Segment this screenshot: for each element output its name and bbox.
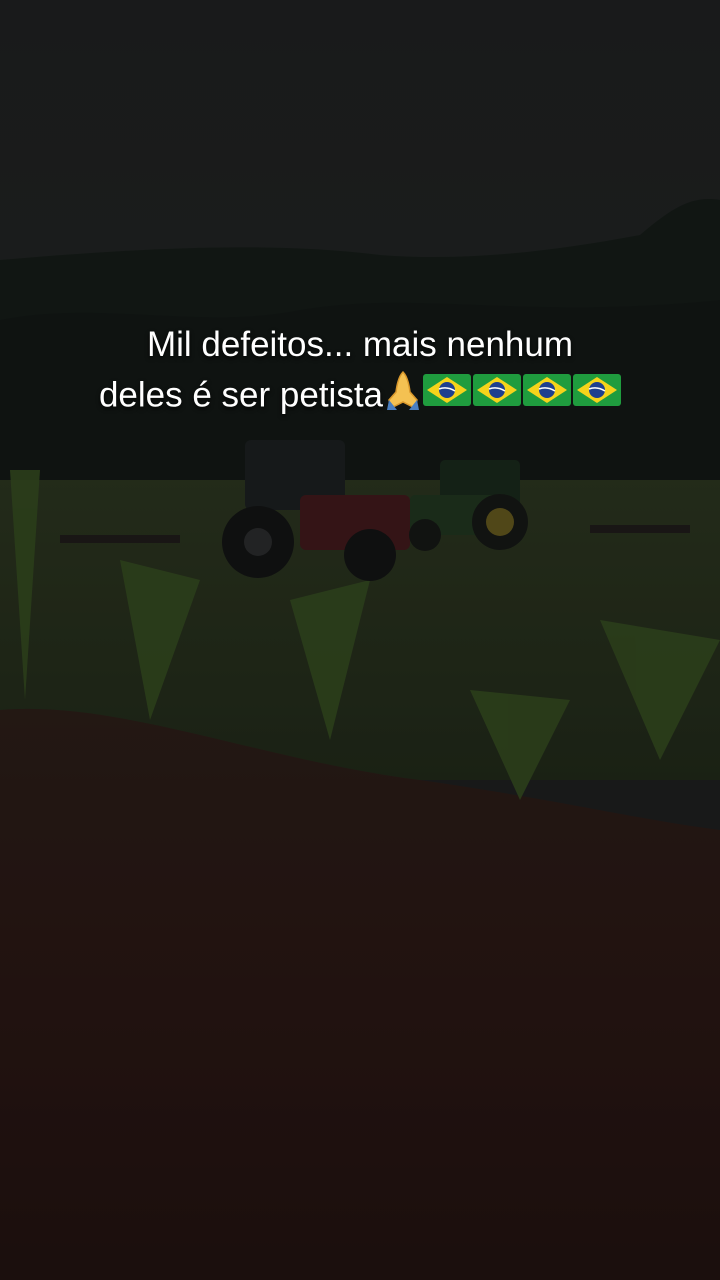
brazil-flag-icon-3 [523,372,572,422]
brazil-flag-icon-2 [473,372,522,422]
caption-line-1: Mil defeitos... mais nenhum [146,325,573,364]
caption-line-2: deles é ser petista [40,370,680,424]
darkening-overlay [0,0,720,1280]
video-caption: Mil defeitos... mais nenhum deles é ser … [40,320,680,424]
brazil-flag-icon-1 [423,372,472,422]
video-frame: Mil defeitos... mais nenhum deles é ser … [0,0,720,1280]
brazil-flag-icon-4 [573,372,622,422]
caption-line-2-text: deles é ser petista [98,375,384,415]
praying-hands-icon [385,370,421,424]
